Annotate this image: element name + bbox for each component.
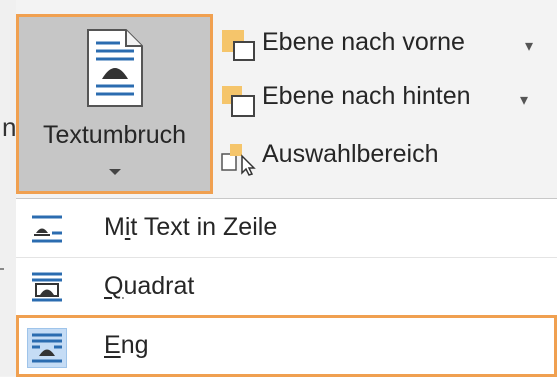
text-wrap-menu: Mit Text in Zeile Quadrat Eng (16, 198, 557, 377)
menu-item-label: Quadrat (104, 272, 195, 300)
send-backward-icon (222, 86, 255, 117)
left-edge-strip (0, 0, 16, 376)
chevron-down-icon (109, 169, 121, 175)
clipped-mark (0, 268, 4, 270)
send-backward-button[interactable]: Ebene nach hinten ▾ (220, 76, 557, 120)
menu-item-square[interactable]: Quadrat (16, 258, 557, 316)
text-wrap-label: Textumbruch (42, 121, 187, 149)
selection-pane-label: Auswahlbereich (262, 140, 439, 168)
bring-forward-icon (222, 30, 255, 61)
chevron-down-icon[interactable]: ▾ (520, 90, 528, 110)
text-wrap-icon (87, 29, 143, 107)
selection-pane-button[interactable]: Auswahlbereich (220, 134, 557, 178)
chevron-down-icon[interactable]: ▾ (525, 36, 533, 56)
selection-pane-icon (221, 144, 256, 176)
highlight-box (16, 315, 557, 377)
inline-with-text-icon (32, 215, 62, 243)
send-backward-label: Ebene nach hinten (262, 82, 471, 110)
square-wrap-icon (32, 272, 62, 302)
menu-item-inline-with-text[interactable]: Mit Text in Zeile (16, 199, 557, 257)
bring-forward-button[interactable]: Ebene nach vorne ▾ (220, 22, 557, 66)
menu-item-label: Mit Text in Zeile (104, 213, 278, 241)
text-wrap-button[interactable]: Textumbruch (16, 14, 213, 194)
clipped-glyph: n (2, 112, 17, 142)
bring-forward-label: Ebene nach vorne (262, 28, 465, 56)
